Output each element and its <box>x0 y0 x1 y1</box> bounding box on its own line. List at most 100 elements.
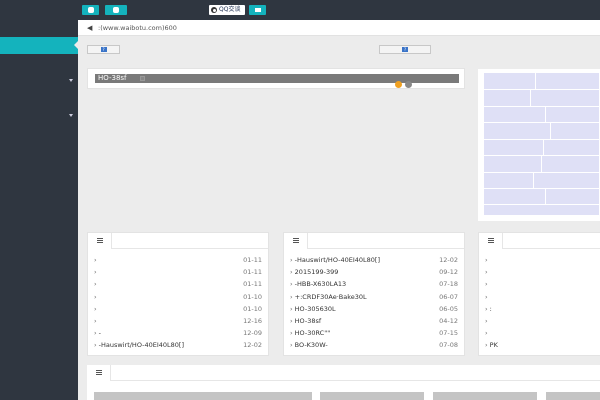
mini-widget-1[interactable]: ? <box>87 45 120 54</box>
list-item[interactable]: HO-305630L 06-05 <box>290 303 458 315</box>
image-placeholder[interactable] <box>94 392 312 400</box>
item-title[interactable] <box>485 280 488 288</box>
calendar-cell[interactable] <box>484 156 542 173</box>
calendar-cell[interactable] <box>484 90 531 107</box>
item-date: 04-12 <box>439 316 458 325</box>
calendar-cell[interactable] <box>484 107 546 123</box>
item-date: 01-11 <box>243 256 262 264</box>
list-item[interactable]: HO-30RC"" 07-15 <box>290 327 458 339</box>
calendar-cell[interactable] <box>531 90 600 107</box>
news-panel-left: 01-11 01-11 01-11 01-10 01-10 12-16 - 12-… <box>87 232 269 356</box>
sidebar-item-active[interactable] <box>0 37 78 54</box>
list-item[interactable]: HO-38sf 04-12 <box>290 315 458 327</box>
item-title[interactable] <box>94 268 97 276</box>
panel-tab[interactable] <box>479 233 503 249</box>
list-item[interactable]: 01-11 <box>94 278 262 290</box>
list-item[interactable]: 01-10 <box>94 303 262 315</box>
list-item[interactable] <box>485 315 594 327</box>
item-title[interactable] <box>94 317 97 325</box>
item-title[interactable] <box>94 305 97 313</box>
list-item[interactable]: PK <box>485 339 594 351</box>
item-title[interactable]: 2015199-399 <box>290 268 338 276</box>
item-title[interactable] <box>94 293 97 301</box>
item-title[interactable] <box>485 317 488 325</box>
notice-text[interactable]: :(www.waibotu.com)600 <box>98 24 177 32</box>
list-item[interactable]: 01-10 <box>94 291 262 303</box>
item-title[interactable] <box>485 293 488 301</box>
item-date: 01-11 <box>243 268 262 277</box>
calendar-cell[interactable] <box>544 140 600 156</box>
slide-dot[interactable] <box>405 81 412 88</box>
item-title[interactable]: -HBB-X630LA13 <box>290 280 346 288</box>
topbar-button-2[interactable] <box>105 5 127 15</box>
slide-dot-active[interactable] <box>395 81 402 88</box>
calendar-cell[interactable] <box>484 123 551 140</box>
list-item[interactable]: +:CRDF30Ae·Bake30L 06-07 <box>290 291 458 303</box>
list-item[interactable]: 12-16 <box>94 315 262 327</box>
list-item[interactable]: -Hauswirt/HO-40EI40L80[] 12-02 <box>290 254 458 266</box>
qq-chat-button[interactable]: QQ交谈 <box>209 5 245 15</box>
calendar-cell[interactable] <box>534 173 600 189</box>
panel-tab[interactable] <box>284 233 308 249</box>
calendar-cell[interactable] <box>536 73 600 90</box>
item-title[interactable] <box>94 280 97 288</box>
list-item[interactable]: 2015199-399 09-12 <box>290 266 458 278</box>
calendar-cell[interactable] <box>546 107 600 123</box>
item-title[interactable]: HO-38sf <box>290 317 321 325</box>
item-date: 09-12 <box>439 268 458 277</box>
item-title[interactable] <box>94 256 97 264</box>
list-icon <box>96 370 102 375</box>
mini-widget-2[interactable]: ? <box>379 45 431 54</box>
image-placeholder[interactable] <box>320 392 424 400</box>
list-item[interactable] <box>485 254 594 266</box>
main-panel-bar: HO-38sf <box>95 74 459 83</box>
topbar-button-3[interactable] <box>249 5 266 15</box>
item-title[interactable] <box>485 329 488 337</box>
calendar-cell[interactable] <box>484 205 600 216</box>
item-title[interactable]: : <box>485 305 492 313</box>
item-title[interactable] <box>485 268 488 276</box>
item-title[interactable]: HO-30RC"" <box>290 329 330 337</box>
item-date: 07-08 <box>439 341 458 350</box>
calendar-cell[interactable] <box>484 73 536 90</box>
list-item[interactable] <box>485 278 594 290</box>
item-title[interactable]: PK <box>485 341 498 349</box>
calendar-cell[interactable] <box>551 123 600 140</box>
list-item[interactable]: 01-11 <box>94 266 262 278</box>
bottom-panel <box>87 365 600 400</box>
topbar-button-1[interactable] <box>82 5 99 15</box>
calendar-cell[interactable] <box>546 189 600 205</box>
list-item[interactable]: -HBB-X630LA13 07-18 <box>290 278 458 290</box>
list-item[interactable] <box>485 291 594 303</box>
image-placeholder[interactable] <box>433 392 537 400</box>
item-title[interactable]: - <box>94 329 101 337</box>
item-title[interactable] <box>485 256 488 264</box>
panel-tab[interactable] <box>87 365 111 381</box>
calendar-cell[interactable] <box>484 189 546 205</box>
item-title[interactable]: HO-305630L <box>290 305 336 313</box>
chevron-down-icon[interactable] <box>69 79 73 82</box>
list-item[interactable] <box>485 266 594 278</box>
item-date: 06-05 <box>439 304 458 313</box>
item-title[interactable]: -Hauswirt/HO-40EI40L80[] <box>290 256 380 264</box>
list-item[interactable]: BO-K30W- 07-08 <box>290 339 458 351</box>
help-icon: ? <box>100 47 107 52</box>
list-item[interactable]: 01-11 <box>94 254 262 266</box>
main-panel-title: HO-38sf <box>98 74 127 82</box>
item-title[interactable]: -Hauswirt/HO-40EI40L80[] <box>94 341 184 349</box>
image-placeholder[interactable] <box>546 392 600 400</box>
list-item[interactable]: - 12-09 <box>94 327 262 339</box>
chevron-down-icon[interactable] <box>69 114 73 117</box>
calendar-cell[interactable] <box>542 156 600 173</box>
item-title[interactable]: BO-K30W- <box>290 341 328 349</box>
calendar-cell[interactable] <box>484 140 544 156</box>
calendar-cell[interactable] <box>484 173 534 189</box>
list-item[interactable]: -Hauswirt/HO-40EI40L80[] 12-02 <box>94 339 262 351</box>
list-item[interactable] <box>485 327 594 339</box>
item-date: 06-07 <box>439 292 458 301</box>
list-item[interactable]: : <box>485 303 594 315</box>
user-icon <box>113 6 119 13</box>
item-title[interactable]: +:CRDF30Ae·Bake30L <box>290 293 367 301</box>
panel-tab[interactable] <box>88 233 112 249</box>
list-icon <box>97 238 103 243</box>
